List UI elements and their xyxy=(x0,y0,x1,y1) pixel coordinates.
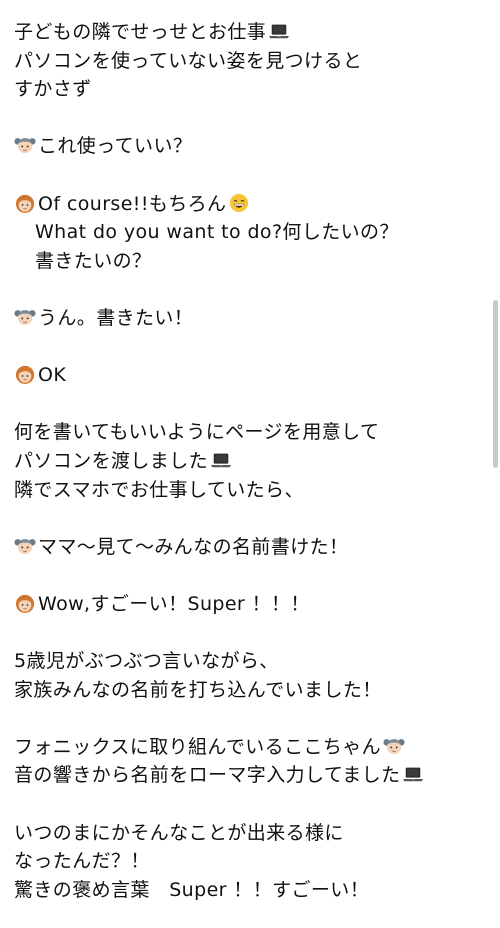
child-face-icon xyxy=(14,307,36,327)
text-line: フォニックスに取り組んでいるここちゃん xyxy=(14,733,484,762)
text-line: OK xyxy=(14,361,484,390)
mother-face-icon xyxy=(14,364,36,385)
text-line-content: ママ〜見て〜みんなの名前書けた！ xyxy=(38,535,349,558)
scrollbar[interactable] xyxy=(493,300,498,468)
text-line-content: フォニックスに取り組んでいるここちゃん xyxy=(14,735,382,758)
text-line-content: パソコンを渡しました xyxy=(14,449,209,472)
text-line: 書きたいの？ xyxy=(14,247,484,276)
text-line-content: なったんだ？！ xyxy=(14,850,150,873)
text-line: 隣でスマホでお仕事していたら、 xyxy=(14,476,484,505)
text-line-content: 5歳児がぶつぶつ言いながら、 xyxy=(14,650,279,673)
text-line-content: いつのまにかそんなことが出来る様に xyxy=(14,821,344,844)
text-line-content: 音の響きから名前をローマ字入力してました xyxy=(14,764,401,787)
laptop-icon xyxy=(402,764,424,784)
text-line: 何を書いてもいいようにページを用意して xyxy=(14,418,484,447)
text-line-content: 子どもの隣でせっせとお仕事 xyxy=(14,21,267,43)
text-line-content: うん。書きたい！ xyxy=(38,306,194,329)
text-line-content: What do you want to do?何したいの？ xyxy=(35,221,399,244)
text-line-content: 驚きの褒め言葉 Super ！！すごーい！ xyxy=(14,878,370,901)
text-line: パソコンを渡しました xyxy=(14,447,484,476)
text-line-content: パソコンを使っていない姿を見つけると xyxy=(14,49,363,72)
text-line-content: 何を書いてもいいようにページを用意して xyxy=(14,421,380,444)
text-line-content: 家族みんなの名前を打ち込んでいました！ xyxy=(14,678,382,701)
text-line: なったんだ？！ xyxy=(14,847,484,876)
text-line: 子どもの隣でせっせとお仕事 xyxy=(14,18,484,47)
laptop-icon xyxy=(268,21,290,41)
mother-face-icon xyxy=(14,593,36,613)
text-line: パソコンを使っていない姿を見つけると xyxy=(14,47,484,76)
text-line-content: 書きたいの？ xyxy=(35,249,152,272)
text-line: これ使っていい？ xyxy=(14,132,484,161)
grinning-face-icon xyxy=(228,193,250,213)
text-line: Wow,すごーい！Super ！！！ xyxy=(14,590,484,619)
text-line-content: Of course!!もちろん xyxy=(38,192,227,215)
text-line: Of course!!もちろん xyxy=(14,190,484,219)
text-line: すかさず xyxy=(14,75,484,104)
text-line: 音の響きから名前をローマ字入力してました xyxy=(14,761,484,790)
text-line: いつのまにかそんなことが出来る様に xyxy=(14,819,484,848)
child-face-icon xyxy=(14,536,36,556)
text-line: 5歳児がぶつぶつ言いながら、 xyxy=(14,647,484,676)
text-line: What do you want to do?何したいの？ xyxy=(14,218,484,247)
text-line-content: これ使っていい？ xyxy=(38,135,193,158)
post-body: 子どもの隣でせっせとお仕事パソコンを使っていない姿を見つけると すかさずこれ使って… xyxy=(14,18,484,904)
text-line-content: すかさず xyxy=(14,78,92,101)
text-line-content: Wow,すごーい！Super ！！！ xyxy=(38,592,310,615)
text-line-content: OK xyxy=(38,364,67,387)
laptop-icon xyxy=(210,450,232,470)
child-face-icon xyxy=(383,736,405,756)
text-line: 家族みんなの名前を打ち込んでいました！ xyxy=(14,676,484,705)
text-line: うん。書きたい！ xyxy=(14,304,484,333)
text-line-content: 隣でスマホでお仕事していたら、 xyxy=(14,478,304,501)
text-line: ママ〜見て〜みんなの名前書けた！ xyxy=(14,533,484,562)
mother-face-icon xyxy=(14,193,36,213)
text-line: 驚きの褒め言葉 Super ！！すごーい！ xyxy=(14,876,484,905)
child-face-icon xyxy=(14,135,36,155)
